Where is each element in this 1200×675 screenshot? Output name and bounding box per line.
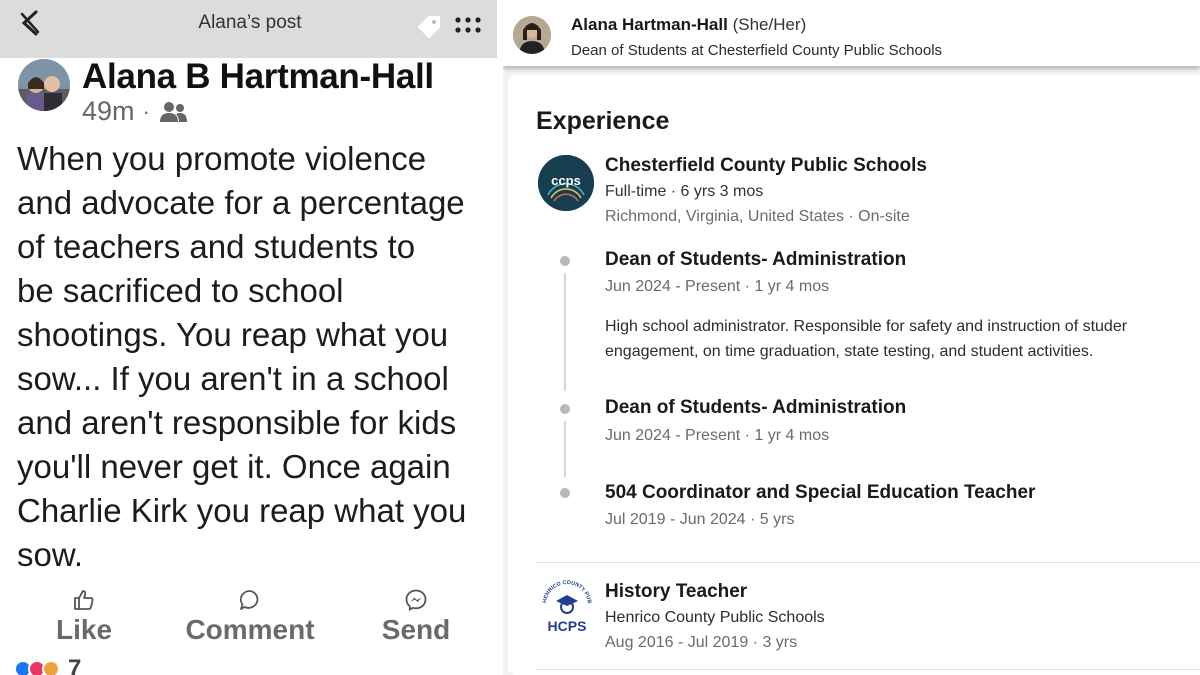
post-line: be sacrificed to school	[17, 272, 344, 309]
history-dates: Aug 2016 - Jul 2019 · 3 yrs	[605, 634, 798, 651]
timeline-connector	[564, 421, 566, 477]
role-dates: Jul 2019 - Jun 2024 · 5 yrs	[605, 511, 795, 528]
send-button[interactable]: Send	[378, 588, 454, 646]
messenger-icon	[405, 589, 427, 611]
post-header-bar: Alana’s post	[0, 0, 497, 58]
like-label: Like	[55, 614, 113, 645]
company-location: Richmond, Virginia, United States · On-s…	[605, 208, 910, 225]
tag-icon[interactable]	[416, 14, 442, 40]
meta-separator: ·	[142, 98, 150, 124]
timeline-connector	[564, 273, 566, 391]
profile-name[interactable]: Alana Hartman-Hall (She/Her)	[571, 15, 806, 35]
friends-audience-icon	[159, 101, 187, 122]
back-icon[interactable]	[16, 8, 44, 38]
post-line: you'll never get it. Once again	[17, 448, 451, 485]
company-name[interactable]: Chesterfield County Public Schools	[605, 155, 927, 177]
history-role-title: History Teacher	[605, 581, 748, 602]
company-employment: Full-time · 6 yrs 3 mos	[605, 183, 764, 200]
section-divider	[536, 562, 1200, 563]
section-title: Experience	[536, 107, 670, 135]
ccps-logo-text: ccps	[551, 173, 581, 188]
author-avatar[interactable]	[18, 59, 70, 111]
role-description: High school administrator. Responsible f…	[605, 314, 1200, 364]
profile-pronouns: (She/Her)	[732, 15, 807, 34]
post-line: sow... If you aren't in a school	[17, 360, 449, 397]
more-icon[interactable]	[452, 16, 484, 36]
role-title: Dean of Students- Administration	[605, 249, 907, 270]
comment-label: Comment	[185, 614, 315, 645]
post-line: and advocate for a percentage	[17, 184, 465, 221]
role-description-line: High school administrator. Responsible f…	[605, 318, 1128, 335]
profile-name-text: Alana Hartman-Hall	[571, 15, 728, 34]
comment-icon	[239, 590, 259, 610]
role-title: Dean of Students- Administration	[605, 397, 907, 418]
hcps-logo[interactable]: HENRICO COUNTY PUBLIC SCHOOLS HCPS	[536, 571, 596, 635]
post-line: and aren't responsible for kids	[17, 404, 457, 441]
history-organization[interactable]: Henrico County Public Schools	[605, 609, 825, 627]
post-line: Charlie Kirk you reap what you	[17, 492, 467, 529]
profile-avatar[interactable]	[513, 16, 551, 54]
post-line: When you promote violence	[17, 140, 427, 177]
reaction-count: 7	[68, 655, 82, 675]
header-title: Alana’s post	[198, 12, 302, 33]
role-description-line: engagement, on time graduation, state te…	[605, 343, 1094, 360]
timeline-dot	[560, 488, 570, 498]
post-line: of teachers and students to	[17, 228, 416, 265]
send-label: Send	[381, 614, 451, 645]
role-dates: Jun 2024 - Present · 1 yr 4 mos	[605, 427, 830, 444]
timeline-dot	[560, 256, 570, 266]
section-divider	[536, 669, 1200, 670]
linkedin-profile-panel: Alana Hartman-Hall (She/Her) Dean of Stu…	[503, 0, 1200, 675]
ccps-logo[interactable]: ccps	[538, 155, 594, 211]
post-actions-bar: Like Comment Send	[0, 588, 497, 648]
role-dates: Jun 2024 - Present · 1 yr 4 mos	[605, 278, 830, 295]
profile-sticky-header: Alana Hartman-Hall (She/Her) Dean of Stu…	[503, 0, 1200, 66]
experience-card: Experience ccps Chesterfield County Publ…	[508, 75, 1200, 675]
hcps-logo-text: HCPS	[548, 618, 587, 634]
post-time[interactable]: 49m	[82, 96, 135, 127]
like-button[interactable]: Like	[52, 588, 116, 646]
post-line: shootings. You reap what you	[17, 316, 449, 353]
facebook-post-panel: Alana’s post Alana B Hartman-Hall 49m ·	[0, 0, 497, 675]
comment-button[interactable]: Comment	[180, 588, 320, 646]
thumbs-up-icon	[74, 590, 94, 610]
care-reaction-icon	[42, 660, 60, 675]
role-title: 504 Coordinator and Special Education Te…	[605, 482, 1036, 503]
author-name[interactable]: Alana B Hartman-Hall	[82, 57, 434, 97]
profile-headline: Dean of Students at Chesterfield County …	[571, 42, 943, 59]
reaction-summary[interactable]: 7	[14, 655, 82, 675]
post-line: sow.	[17, 536, 84, 573]
timeline-dot	[560, 404, 570, 414]
post-body: When you promote violence and advocate f…	[17, 137, 492, 577]
post-meta: 49m ·	[82, 96, 188, 127]
